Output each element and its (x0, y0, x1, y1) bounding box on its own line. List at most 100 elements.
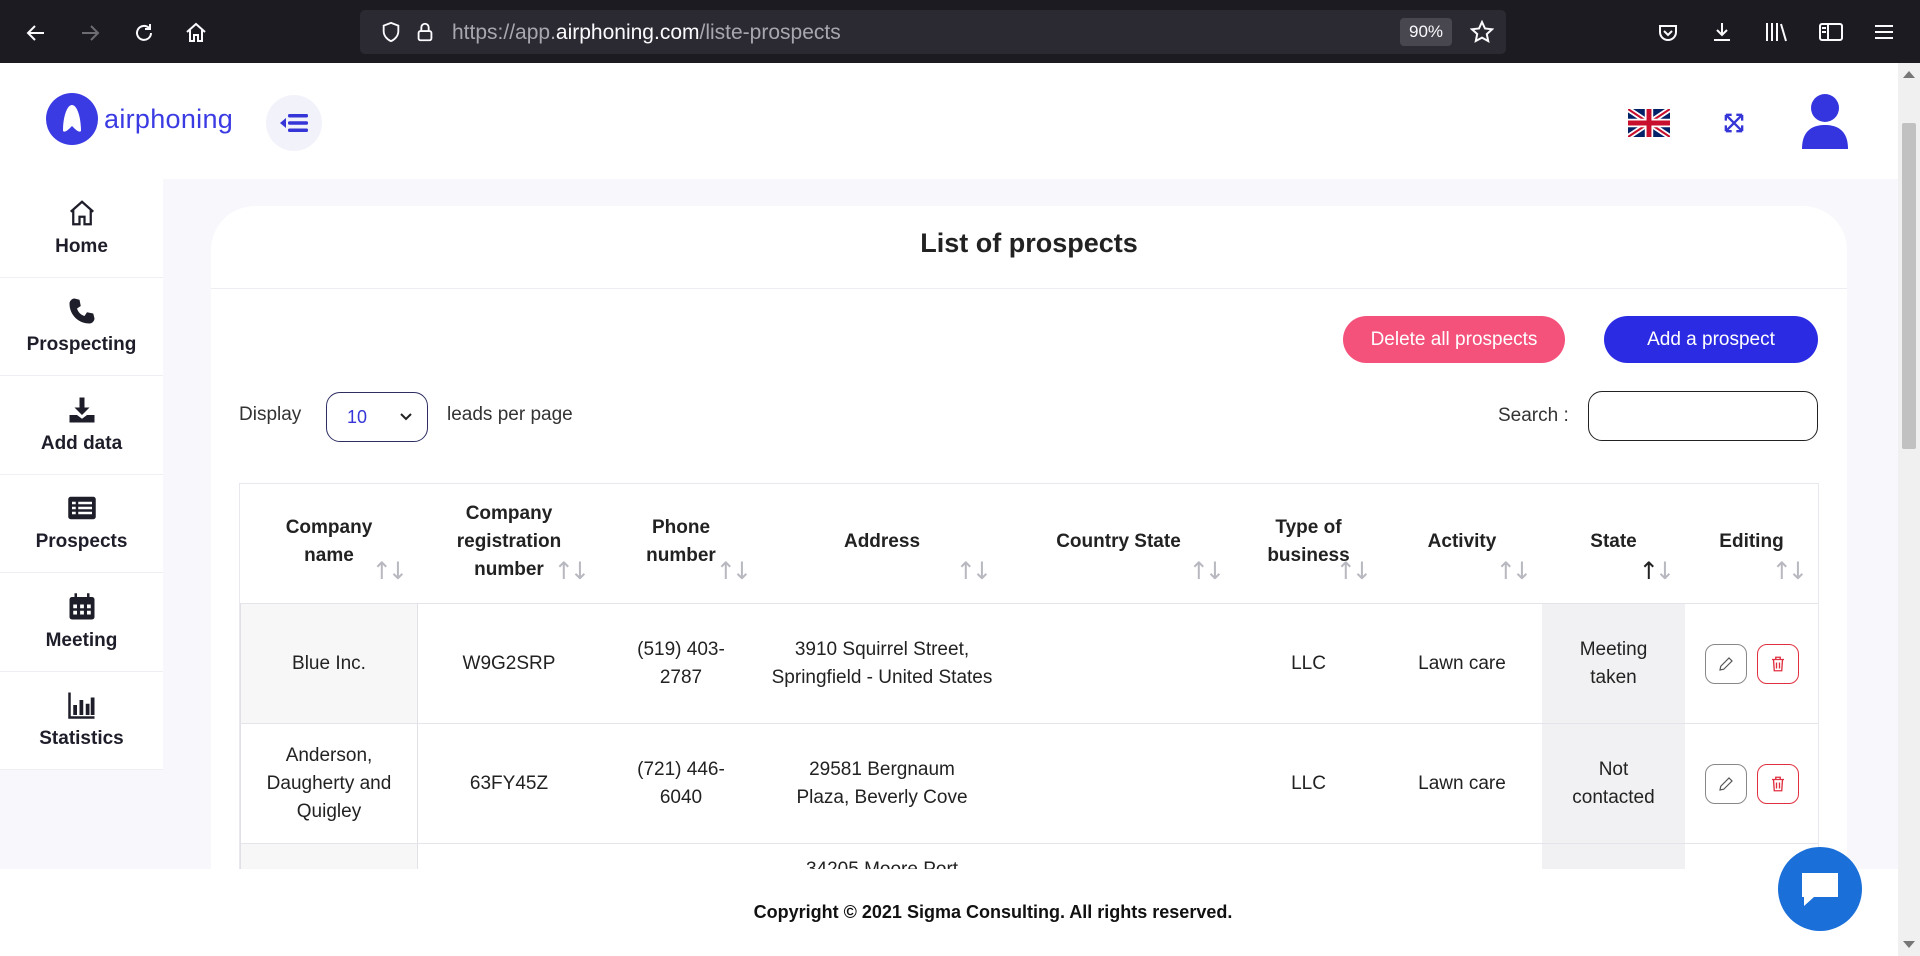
back-button[interactable] (20, 17, 52, 49)
uk-flag-icon[interactable] (1628, 109, 1670, 137)
search-input[interactable] (1588, 391, 1818, 441)
display-label: Display (239, 404, 302, 425)
column-header-label: Company name (285, 516, 373, 566)
sort-icon[interactable]: ↑↓ (716, 557, 752, 585)
cell-state-text: Not contacted (1572, 758, 1655, 808)
per-page-value: 10 (347, 406, 368, 427)
scroll-up-arrow-icon[interactable] (1903, 71, 1915, 78)
url-host: airphoning.com (555, 21, 700, 44)
brand-logo[interactable]: airphoning (46, 93, 233, 145)
column-header-address[interactable]: Address ↑↓ (762, 484, 1002, 603)
sort-icon[interactable]: ↑↓ (372, 557, 408, 585)
delete-all-prospects-button[interactable]: Delete all prospects (1343, 316, 1565, 363)
per-page-select[interactable]: 10 (326, 392, 428, 442)
cell-address-text: 29581 Bergnaum Plaza, Beverly Cove (796, 758, 968, 808)
zoom-level-badge[interactable]: 90% (1400, 18, 1452, 46)
hamburger-menu-icon[interactable] (1872, 20, 1896, 44)
sort-icon-active[interactable]: ↑↓ (1639, 557, 1675, 585)
download-browser-icon[interactable] (1710, 20, 1734, 44)
cell-editing (1685, 604, 1818, 723)
delete-prospect-button[interactable] (1756, 643, 1799, 684)
home-button[interactable] (180, 17, 212, 49)
pencil-icon (1718, 656, 1733, 671)
column-header-registration[interactable]: Company registration number ↑↓ (418, 484, 600, 603)
cell-state-text: Meeting taken (1579, 638, 1648, 688)
edit-prospect-button[interactable] (1704, 763, 1747, 804)
sidebar-item-label: Statistics (39, 728, 124, 750)
cell-country-state (1002, 724, 1235, 843)
column-header-label: Activity (1427, 530, 1497, 552)
airphoning-logo-icon (46, 93, 98, 145)
column-header-activity[interactable]: Activity ↑↓ (1382, 484, 1542, 603)
cell-phone: (519) 403-2787 (600, 604, 762, 723)
scroll-thumb[interactable] (1902, 123, 1916, 449)
page-title: List of prospects (920, 228, 1138, 258)
delete-prospect-button[interactable] (1756, 763, 1799, 804)
sort-icon[interactable]: ↑↓ (1772, 557, 1808, 585)
sort-icon[interactable]: ↑↓ (554, 557, 590, 585)
page-footer: Copyright © 2021 Sigma Consulting. All r… (0, 869, 1898, 956)
fullscreen-icon[interactable] (1720, 109, 1748, 137)
column-header-phone[interactable]: Phone number ↑↓ (600, 484, 762, 603)
cell-editing (1685, 724, 1818, 843)
shield-icon[interactable] (380, 21, 402, 43)
sidebar-item-label: Prospecting (26, 334, 137, 356)
home-browser-icon (186, 22, 206, 42)
sidebar-item-prospecting[interactable]: Prospecting (0, 278, 163, 376)
cell-address: 29581 Bergnaum Plaza, Beverly Cove (762, 724, 1002, 843)
sidebar-item-statistics[interactable]: Statistics (0, 672, 163, 770)
column-header-label: State (1590, 530, 1637, 552)
menu-collapse-icon (280, 114, 308, 132)
cell-address: 3910 Squirrel Street, Springfield - Unit… (771, 638, 993, 688)
column-header-company-name[interactable]: Company name ↑↓ (240, 484, 418, 603)
edit-prospect-button[interactable] (1704, 643, 1747, 684)
sort-icon[interactable]: ↑↓ (1336, 557, 1372, 585)
column-header-business-type[interactable]: Type of business ↑↓ (1235, 484, 1382, 603)
sort-icon[interactable]: ↑↓ (956, 557, 992, 585)
sidebar-item-label: Meeting (45, 629, 118, 651)
copyright-text: Copyright © 2021 Sigma Consulting. All r… (753, 902, 1233, 922)
cell-phone: (721) 446-6040 (600, 724, 762, 843)
per-page-label: leads per page (447, 404, 573, 425)
sort-icon[interactable]: ↑↓ (1189, 557, 1225, 585)
column-header-label: Country State (1056, 530, 1181, 552)
page-scrollbar[interactable] (1898, 63, 1920, 956)
calendar-icon (69, 593, 94, 620)
pocket-icon[interactable] (1656, 21, 1680, 45)
url-prefix: https://app. (452, 21, 556, 44)
cell-business-type: LLC (1291, 772, 1326, 794)
menu-toggle-button[interactable] (266, 95, 322, 151)
sidebar-item-add-data[interactable]: Add data (0, 376, 163, 475)
sidebar-item-prospects[interactable]: Prospects (0, 475, 163, 573)
reload-icon (136, 24, 152, 41)
sidebar-item-meeting[interactable]: Meeting (0, 573, 163, 672)
url-path: /liste-prospects (699, 21, 841, 44)
download-icon (69, 397, 94, 423)
reload-button[interactable] (128, 17, 160, 49)
search-label: Search : (1498, 405, 1569, 426)
column-header-label: Address (843, 530, 921, 552)
sidebar-item-home[interactable]: Home (0, 179, 163, 278)
star-bookmark-icon[interactable] (1470, 20, 1494, 44)
sidebar-toggle-icon[interactable] (1818, 20, 1844, 44)
table-header: Company name ↑↓ Company registration numb… (240, 484, 1818, 604)
forward-button[interactable] (74, 17, 106, 49)
add-prospect-button[interactable]: Add a prospect (1604, 316, 1818, 363)
chevron-down-icon (400, 413, 412, 421)
address-bar[interactable]: https://app.airphoning.com/liste-prospec… (360, 10, 1506, 54)
column-header-state[interactable]: State ↑↓ (1542, 484, 1685, 603)
sidebar-item-label: Prospects (35, 531, 128, 553)
cell-activity: Lawn care (1418, 652, 1506, 674)
cell-company: Blue Inc. (240, 604, 418, 723)
app-header: airphoning (0, 63, 1898, 179)
cell-activity: Lawn care (1418, 772, 1506, 794)
home-icon (69, 199, 94, 226)
sort-icon[interactable]: ↑↓ (1496, 557, 1532, 585)
scroll-down-arrow-icon[interactable] (1903, 941, 1915, 948)
cell-phone-text: (721) 446-6040 (637, 758, 725, 808)
lock-icon[interactable] (414, 20, 436, 44)
chat-widget-button[interactable] (1778, 847, 1862, 931)
column-header-country-state[interactable]: Country State ↑↓ (1002, 484, 1235, 603)
user-avatar-icon[interactable] (1800, 93, 1850, 149)
library-icon[interactable] (1764, 20, 1790, 44)
